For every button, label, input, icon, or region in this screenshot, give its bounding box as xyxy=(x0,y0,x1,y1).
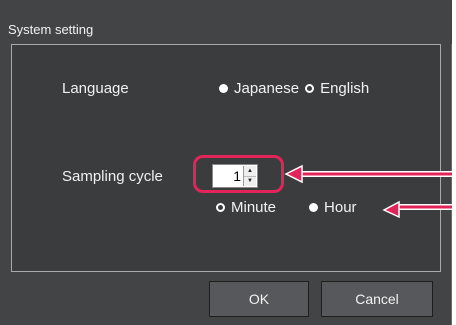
cancel-button[interactable]: Cancel xyxy=(321,281,433,317)
hour-callout-arrow-icon xyxy=(382,200,452,219)
spinner-callout-arrow-icon xyxy=(284,164,452,184)
ok-button[interactable]: OK xyxy=(209,281,309,317)
callout-arrows xyxy=(284,164,452,219)
system-setting-dialog: System setting Language Japanese English… xyxy=(0,0,452,325)
